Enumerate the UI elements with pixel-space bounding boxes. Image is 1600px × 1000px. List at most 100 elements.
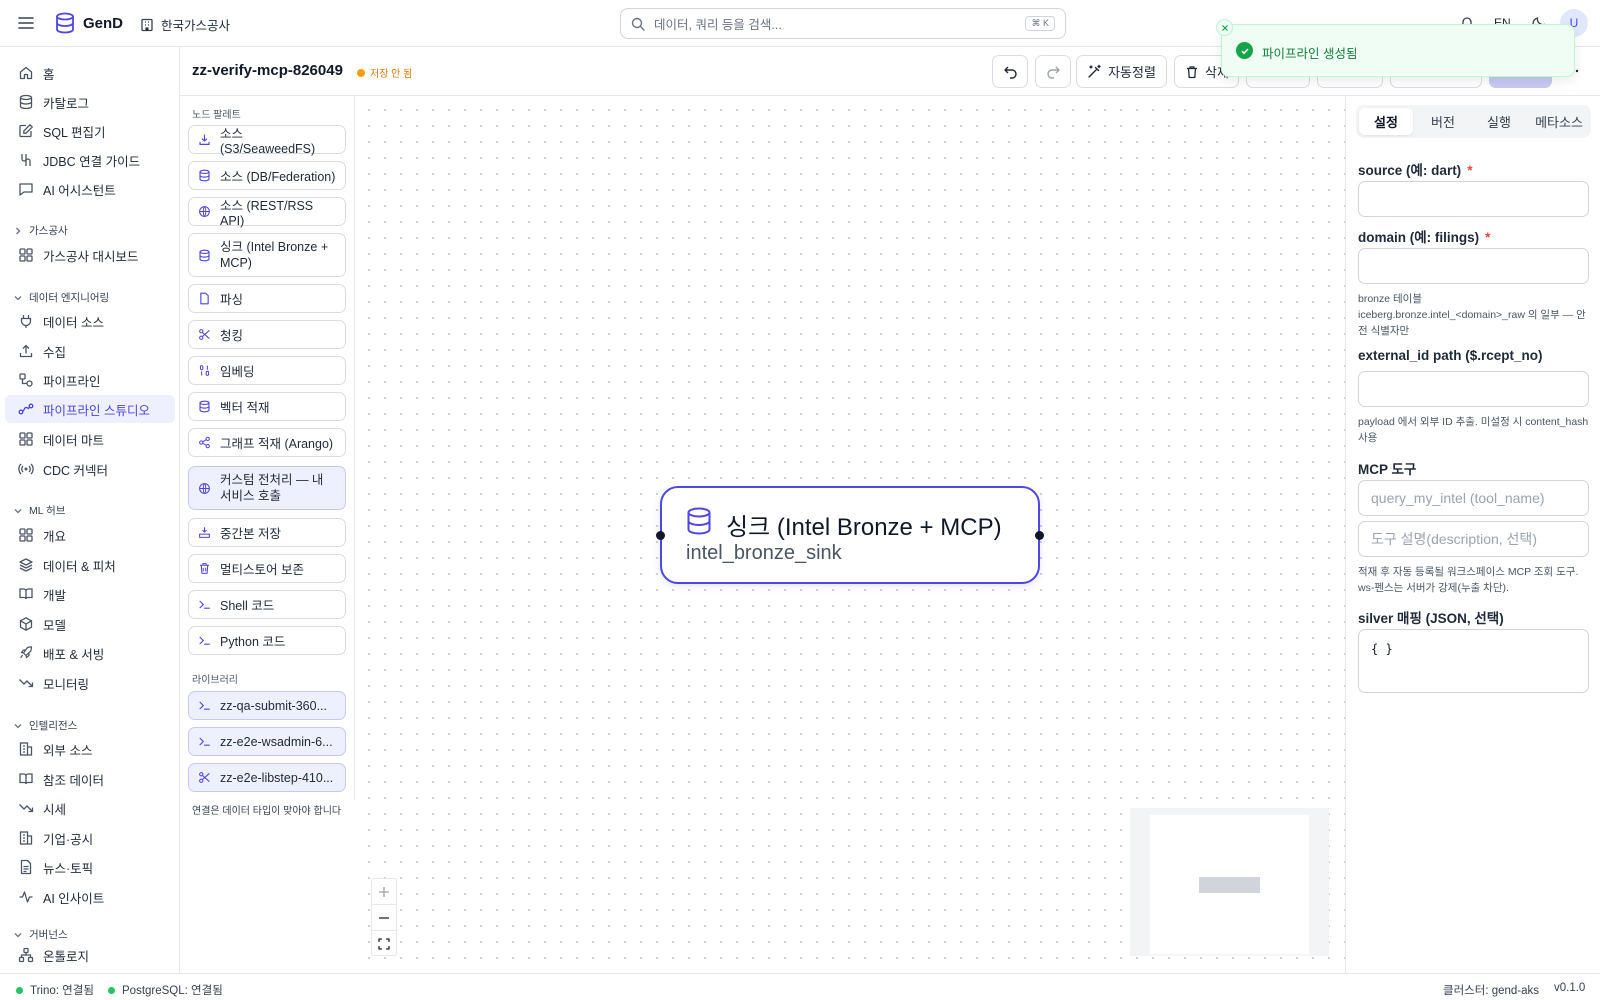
org-switcher[interactable]: 한국가스공사: [140, 15, 230, 34]
undo-button[interactable]: [992, 55, 1028, 88]
palette-item-chunk[interactable]: 청킹: [188, 320, 346, 349]
sidebar-item-model[interactable]: 모델: [5, 610, 175, 638]
sidebar-item-label: 가스공사 대시보드: [43, 249, 139, 264]
org-name: 한국가스공사: [161, 19, 231, 33]
palette-item-sink-intel-bronze[interactable]: 싱크 (Intel Bronze + MCP): [188, 233, 346, 277]
domain-label-text: domain (예: filings): [1358, 230, 1480, 245]
brand-logo[interactable]: GenD: [55, 12, 123, 34]
pipeline-canvas[interactable]: 싱크 (Intel Bronze + MCP) intel_bronze_sin…: [355, 96, 1345, 973]
search-input[interactable]: 데이터, 쿼리 등을 검색... ⌘ K: [620, 8, 1066, 39]
library-item-e2e-wsadmin[interactable]: zz-e2e-wsadmin-6...: [188, 727, 346, 756]
menu-icon[interactable]: [18, 16, 34, 30]
tab-metasource[interactable]: 메타소스: [1528, 108, 1590, 135]
section-ml-hub[interactable]: ML 허브: [13, 503, 65, 518]
silver-mapping-textarea[interactable]: { }: [1358, 629, 1589, 693]
redo-icon: [1046, 66, 1060, 79]
chevron-down-icon: [14, 295, 22, 300]
palette-item-multistore[interactable]: 멀티스토어 보존: [188, 554, 346, 583]
palette-item-parse[interactable]: 파싱: [188, 284, 346, 313]
palette-item-vector-load[interactable]: 벡터 적재: [188, 392, 346, 421]
sidebar-item-ai-assistant[interactable]: AI 어시스턴트: [5, 175, 175, 203]
sidebar-item-label: 데이터 소스: [43, 315, 104, 330]
sidebar-item-market-price[interactable]: 시세: [5, 794, 175, 822]
undo-icon: [1003, 66, 1017, 79]
sidebar-item-gas-dashboard[interactable]: 가스공사 대시보드: [5, 241, 175, 269]
section-data-engineering[interactable]: 데이터 엔지니어링: [13, 290, 109, 305]
palette-item-python-code[interactable]: Python 코드: [188, 626, 346, 655]
mcp-tool-description-input[interactable]: 도구 설명(description, 선택): [1358, 521, 1589, 557]
share-icon: [199, 436, 210, 449]
sidebar-item-news-topic[interactable]: 뉴스·토픽: [5, 853, 175, 881]
sidebar-item-monitoring[interactable]: 모니터링: [5, 669, 175, 697]
external-id-label: external_id path ($.rcept_no): [1358, 348, 1543, 363]
domain-input[interactable]: [1358, 248, 1589, 284]
sidebar-item-data-features[interactable]: 데이터 & 피처: [5, 551, 175, 579]
palette-item-label: 청킹: [220, 329, 244, 343]
palette-item-source-db[interactable]: 소스 (DB/Federation): [188, 161, 346, 190]
external-id-input[interactable]: [1358, 371, 1589, 407]
palette-item-label: 임베딩: [220, 365, 255, 379]
node-output-handle[interactable]: [1035, 531, 1044, 540]
sidebar-item-pipeline-studio[interactable]: 파이프라인 스튜디오: [5, 395, 175, 423]
source-input[interactable]: [1358, 181, 1589, 217]
section-intelligence[interactable]: 인텔리전스: [13, 718, 77, 733]
palette-item-embed[interactable]: 임베딩: [188, 356, 346, 385]
sidebar-item-reference-data[interactable]: 참조 데이터: [5, 765, 175, 793]
sidebar-item-label: 데이터 & 피처: [43, 559, 116, 574]
node-input-handle[interactable]: [656, 531, 665, 540]
library-item-e2e-libstep[interactable]: zz-e2e-libstep-410...: [188, 763, 346, 792]
palette-item-shell-code[interactable]: Shell 코드: [188, 590, 346, 619]
fullscreen-icon: [378, 937, 390, 950]
trino-status-label: Trino: 연결됨: [30, 985, 94, 997]
tab-versions[interactable]: 버전: [1416, 108, 1470, 135]
section-governance[interactable]: 거버넌스: [13, 927, 68, 942]
section-label: 인텔리전스: [29, 720, 78, 732]
palette-item-source-s3[interactable]: 소스 (S3/SeaweedFS): [188, 125, 346, 156]
mcp-tool-name-input[interactable]: query_my_intel (tool_name): [1358, 480, 1589, 516]
sidebar-item-label: CDC 커넥터: [43, 463, 109, 478]
redo-button[interactable]: [1035, 55, 1071, 88]
autolayout-button[interactable]: 자동정렬: [1076, 55, 1167, 88]
sidebar-item-cdc-connector[interactable]: CDC 커넥터: [5, 455, 175, 483]
sidebar-item-home[interactable]: 홈: [5, 59, 175, 87]
minimap[interactable]: [1130, 808, 1329, 956]
sidebar-item-ingest[interactable]: 수집: [5, 337, 175, 365]
more-icon[interactable]: [1575, 69, 1583, 73]
palette-item-label: 소스 (S3/SeaweedFS): [220, 127, 316, 156]
tab-runs[interactable]: 실행: [1472, 108, 1526, 135]
toast-close-button[interactable]: [1216, 19, 1233, 36]
sidebar-item-ontology[interactable]: 온톨로지: [5, 941, 175, 969]
sidebar-item-label: 모니터링: [43, 677, 90, 692]
sidebar-item-ai-insight[interactable]: AI 인사이트: [5, 883, 175, 911]
status-bar: Trino: 연결됨 PostgreSQL: 연결됨 클러스터: gend-ak…: [0, 973, 1600, 1000]
sidebar-item-external-source[interactable]: 외부 소스: [5, 735, 175, 763]
sidebar-item-develop[interactable]: 개발: [5, 580, 175, 608]
section-gas[interactable]: 가스공사: [13, 223, 68, 238]
sidebar-item-company-disclosure[interactable]: 기업·공시: [5, 824, 175, 852]
database-icon: [199, 169, 210, 182]
building-icon: [19, 742, 33, 756]
database-icon: [687, 507, 711, 535]
pipeline-name[interactable]: zz-verify-mcp-826049: [192, 62, 343, 79]
tab-settings[interactable]: 설정: [1359, 108, 1413, 135]
palette-item-graph-load[interactable]: 그래프 적재 (Arango): [188, 428, 346, 457]
cluster-label: 클러스터: gend-aks: [1443, 985, 1540, 997]
sidebar-item-pipeline[interactable]: 파이프라인: [5, 366, 175, 394]
sidebar-item-sql-editor[interactable]: SQL 편집기: [5, 117, 175, 145]
sidebar-item-data-source[interactable]: 데이터 소스: [5, 307, 175, 335]
pipeline-node-sink[interactable]: 싱크 (Intel Bronze + MCP) intel_bronze_sin…: [656, 486, 1044, 584]
palette-item-custom-preprocess[interactable]: 커스텀 전처리 — 내 서비스 호출: [188, 466, 346, 510]
zoom-out-button[interactable]: [372, 905, 396, 931]
sidebar-item-jdbc-guide[interactable]: JDBC 연결 가이드: [5, 146, 175, 174]
palette-item-source-rest[interactable]: 소스 (REST/RSS API): [188, 197, 346, 228]
sidebar-item-catalog[interactable]: 카탈로그: [5, 88, 175, 116]
building-icon: [141, 18, 153, 31]
sidebar-item-deploy-serving[interactable]: 배포 & 서빙: [5, 639, 175, 667]
zoom-in-button[interactable]: [372, 879, 396, 905]
palette-item-intermediate-save[interactable]: 중간본 저장: [188, 518, 346, 547]
sidebar-item-ml-overview[interactable]: 개요: [5, 521, 175, 549]
broadcast-icon: [18, 463, 34, 475]
sidebar-item-data-mart[interactable]: 데이터 마트: [5, 425, 175, 453]
fit-view-button[interactable]: [372, 931, 396, 956]
library-item-qa-submit[interactable]: zz-qa-submit-360...: [188, 691, 346, 720]
